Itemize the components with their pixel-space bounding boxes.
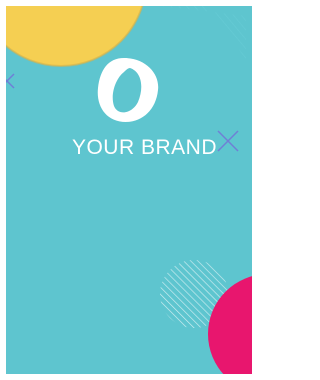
brand-card: YOUR BRAND bbox=[6, 6, 252, 374]
brand-name: YOUR BRAND bbox=[71, 136, 217, 159]
brand-background bbox=[6, 6, 252, 374]
